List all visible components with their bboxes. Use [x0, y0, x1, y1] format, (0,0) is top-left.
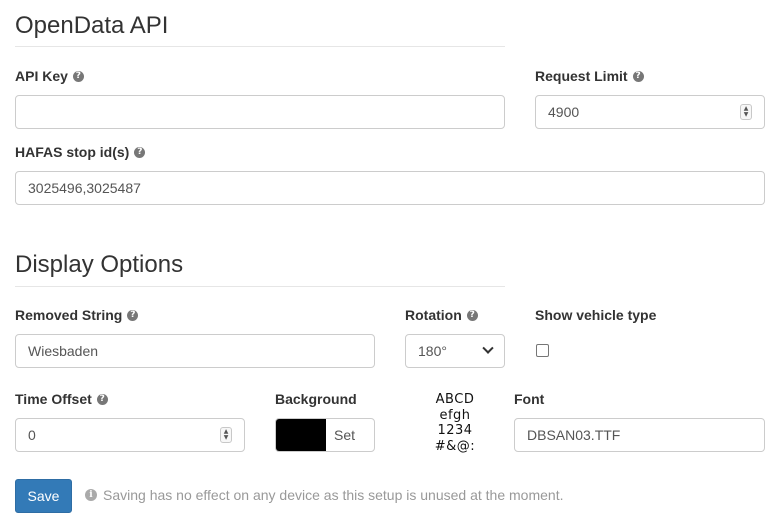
rotation-label: Rotation ? [405, 307, 478, 323]
time-offset-value: 0 [28, 427, 36, 443]
chevron-down-icon [482, 342, 494, 354]
time-offset-input[interactable]: 0 ▲ ▼ [15, 418, 245, 452]
hafas-input[interactable]: 3025496,3025487 [15, 171, 765, 205]
background-color-swatch[interactable] [276, 419, 326, 451]
font-preview-line: ABCD [435, 392, 475, 407]
save-button[interactable]: Save [15, 479, 72, 513]
info-circle-icon: i [85, 489, 97, 501]
vehicle-type-label: Show vehicle type [535, 307, 656, 323]
request-limit-value: 4900 [548, 104, 580, 120]
request-limit-label-text: Request Limit [535, 68, 628, 84]
section-title-opendata: OpenData API [15, 12, 169, 39]
number-spinner-icon[interactable]: ▲ ▼ [740, 104, 752, 120]
question-circle-icon[interactable]: ? [72, 70, 84, 82]
save-note: i Saving has no effect on any device as … [85, 487, 563, 503]
font-input[interactable]: DBSAN03.TTF [514, 418, 765, 452]
request-limit-label: Request Limit ? [535, 68, 644, 84]
question-circle-icon[interactable]: ? [127, 309, 139, 321]
removed-string-value: Wiesbaden [28, 343, 99, 359]
question-circle-icon[interactable]: ? [96, 393, 108, 405]
api-key-input[interactable] [15, 95, 505, 129]
set-color-button[interactable]: Set [326, 419, 374, 451]
removed-string-input[interactable]: Wiesbaden [15, 334, 375, 368]
number-spinner-icon[interactable]: ▲ ▼ [220, 427, 232, 443]
section-divider [15, 286, 505, 287]
font-preview: ABCD efgh 1234 #&@: [425, 392, 485, 454]
background-label-text: Background [275, 391, 357, 407]
hafas-label: HAFAS stop id(s) ? [15, 144, 146, 160]
hafas-value: 3025496,3025487 [28, 180, 141, 196]
font-label: Font [514, 391, 544, 407]
font-label-text: Font [514, 391, 545, 407]
font-value: DBSAN03.TTF [527, 427, 621, 443]
question-circle-icon[interactable]: ? [466, 309, 478, 321]
font-preview-line: #&@: [434, 438, 476, 454]
api-key-label: API Key ? [15, 68, 84, 84]
rotation-selected: 180° [418, 343, 447, 359]
question-circle-icon[interactable]: ? [632, 70, 644, 82]
time-offset-label: Time Offset ? [15, 391, 108, 407]
removed-string-label-text: Removed String [15, 307, 123, 323]
request-limit-input[interactable]: 4900 ▲ ▼ [535, 95, 765, 129]
time-offset-label-text: Time Offset [15, 391, 92, 407]
rotation-label-text: Rotation [405, 307, 462, 323]
background-color-picker[interactable]: Set [275, 418, 375, 452]
api-key-label-text: API Key [15, 68, 68, 84]
background-label: Background [275, 391, 357, 407]
rotation-select[interactable]: 180° [405, 334, 505, 368]
save-note-text: Saving has no effect on any device as th… [103, 487, 564, 503]
hafas-label-text: HAFAS stop id(s) [15, 144, 130, 160]
vehicle-type-label-text: Show vehicle type [535, 307, 657, 323]
font-preview-line: 1234 [437, 423, 473, 438]
section-title-display: Display Options [15, 251, 184, 278]
removed-string-label: Removed String ? [15, 307, 139, 323]
font-preview-line: efgh [439, 407, 471, 423]
section-divider [15, 46, 505, 47]
question-circle-icon[interactable]: ? [134, 146, 146, 158]
vehicle-type-checkbox[interactable] [536, 344, 549, 357]
